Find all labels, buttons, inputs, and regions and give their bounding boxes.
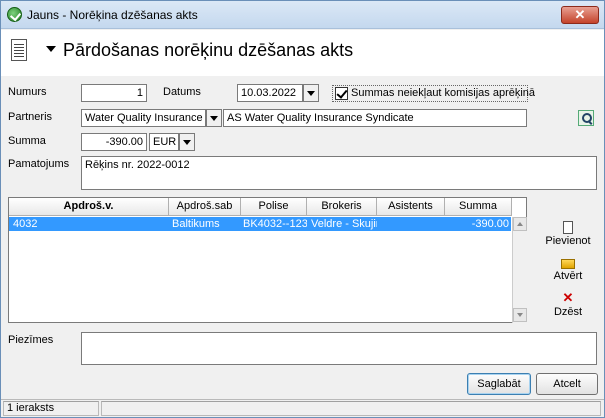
currency-field[interactable]: EUR — [149, 133, 179, 151]
column-header-summa[interactable]: Summa — [445, 198, 512, 216]
grid-vertical-scrollbar[interactable] — [512, 217, 527, 323]
scroll-down-icon[interactable] — [513, 308, 527, 322]
currency-dropdown-button[interactable] — [179, 133, 195, 151]
column-header-apdros-sab[interactable]: Apdroš.sab — [169, 198, 241, 216]
window-title: Jauns - Norēķina dzēšanas akts — [27, 8, 198, 22]
numurs-label: Numurs — [8, 86, 47, 98]
header-area: Pārdošanas norēķinu dzēšanas akts — [1, 30, 604, 76]
summa-label: Summa — [8, 135, 46, 147]
partneris-code-field[interactable]: Water Quality Insurance S — [81, 109, 206, 127]
delete-button-label: Dzēst — [553, 306, 583, 318]
form-body: Numurs 1 Datums 10.03.2022 Summas neiekļ… — [1, 76, 604, 400]
close-button[interactable]: ✕ — [561, 6, 599, 24]
datums-field[interactable]: 10.03.2022 — [237, 84, 303, 102]
pamatojums-label: Pamatojums — [8, 158, 70, 170]
record-count-status: 1 ieraksts — [3, 401, 99, 416]
grid-header: Apdroš.v. Apdroš.sab Polise Brokeris Asi… — [9, 198, 512, 216]
column-header-apdros-v[interactable]: Apdroš.v. — [9, 198, 169, 216]
pamatojums-textarea[interactable]: Rēķins nr. 2022-0012 — [81, 156, 597, 190]
cell-polise: BK4032--123 — [243, 218, 307, 230]
folder-open-icon — [561, 259, 575, 269]
partneris-dropdown-button[interactable] — [206, 109, 222, 127]
scroll-up-icon[interactable] — [513, 217, 527, 231]
insurance-grid[interactable]: Apdroš.v. Apdroš.sab Polise Brokeris Asi… — [8, 197, 527, 323]
menu-caret-icon[interactable] — [46, 46, 56, 52]
cancel-button[interactable]: Atcelt — [536, 373, 598, 395]
status-bar: 1 ieraksts — [1, 399, 604, 417]
cell-apdros-sab: Baltikums — [172, 218, 220, 230]
app-icon — [7, 7, 22, 22]
add-button[interactable]: Pievienot — [539, 221, 597, 247]
delete-button[interactable]: ✕ Dzēst — [539, 290, 597, 319]
cell-summa: -390.00 — [471, 218, 509, 230]
summas-checkbox-label: Summas neiekļaut komisijas aprēķinā — [351, 87, 536, 99]
page-title: Pārdošanas norēķinu dzēšanas akts — [63, 40, 354, 60]
lookup-icon[interactable] — [578, 110, 594, 126]
numurs-field[interactable]: 1 — [81, 84, 147, 102]
summas-checkbox[interactable] — [335, 87, 348, 100]
status-panel — [101, 401, 601, 416]
cell-brokeris: Veldre - Skujiņ — [311, 218, 377, 230]
cell-apdros-v: 4032 — [13, 218, 38, 230]
datums-label: Datums — [163, 86, 201, 98]
piezimes-label: Piezīmes — [8, 334, 54, 346]
add-button-label: Pievienot — [545, 235, 591, 247]
column-header-brokeris[interactable]: Brokeris — [307, 198, 377, 216]
column-header-polise[interactable]: Polise — [241, 198, 307, 216]
dialog-window: Jauns - Norēķina dzēšanas akts ✕ Pārdoša… — [0, 0, 605, 418]
partneris-name-field: AS Water Quality Insurance Syndicate — [223, 109, 527, 127]
partneris-label: Partneris — [8, 111, 53, 123]
cell-asistents — [379, 217, 443, 231]
title-bar[interactable]: Jauns - Norēķina dzēšanas akts ✕ — [1, 1, 604, 29]
summa-field[interactable]: -390.00 — [81, 133, 147, 151]
datums-dropdown-button[interactable] — [303, 84, 319, 102]
table-row[interactable]: 4032 Baltikums BK4032--123 Veldre - Skuj… — [9, 217, 511, 231]
save-button[interactable]: Saglabāt — [467, 373, 531, 395]
open-button-label: Atvērt — [553, 270, 583, 282]
summas-checkbox-group[interactable]: Summas neiekļaut komisijas aprēķinā — [332, 85, 535, 102]
document-icon — [11, 39, 27, 61]
piezimes-textarea[interactable] — [81, 332, 597, 365]
open-button[interactable]: Atvērt — [539, 256, 597, 282]
delete-x-icon: ✕ — [562, 290, 574, 305]
new-document-icon — [563, 221, 573, 234]
column-header-asistents[interactable]: Asistents — [377, 198, 445, 216]
